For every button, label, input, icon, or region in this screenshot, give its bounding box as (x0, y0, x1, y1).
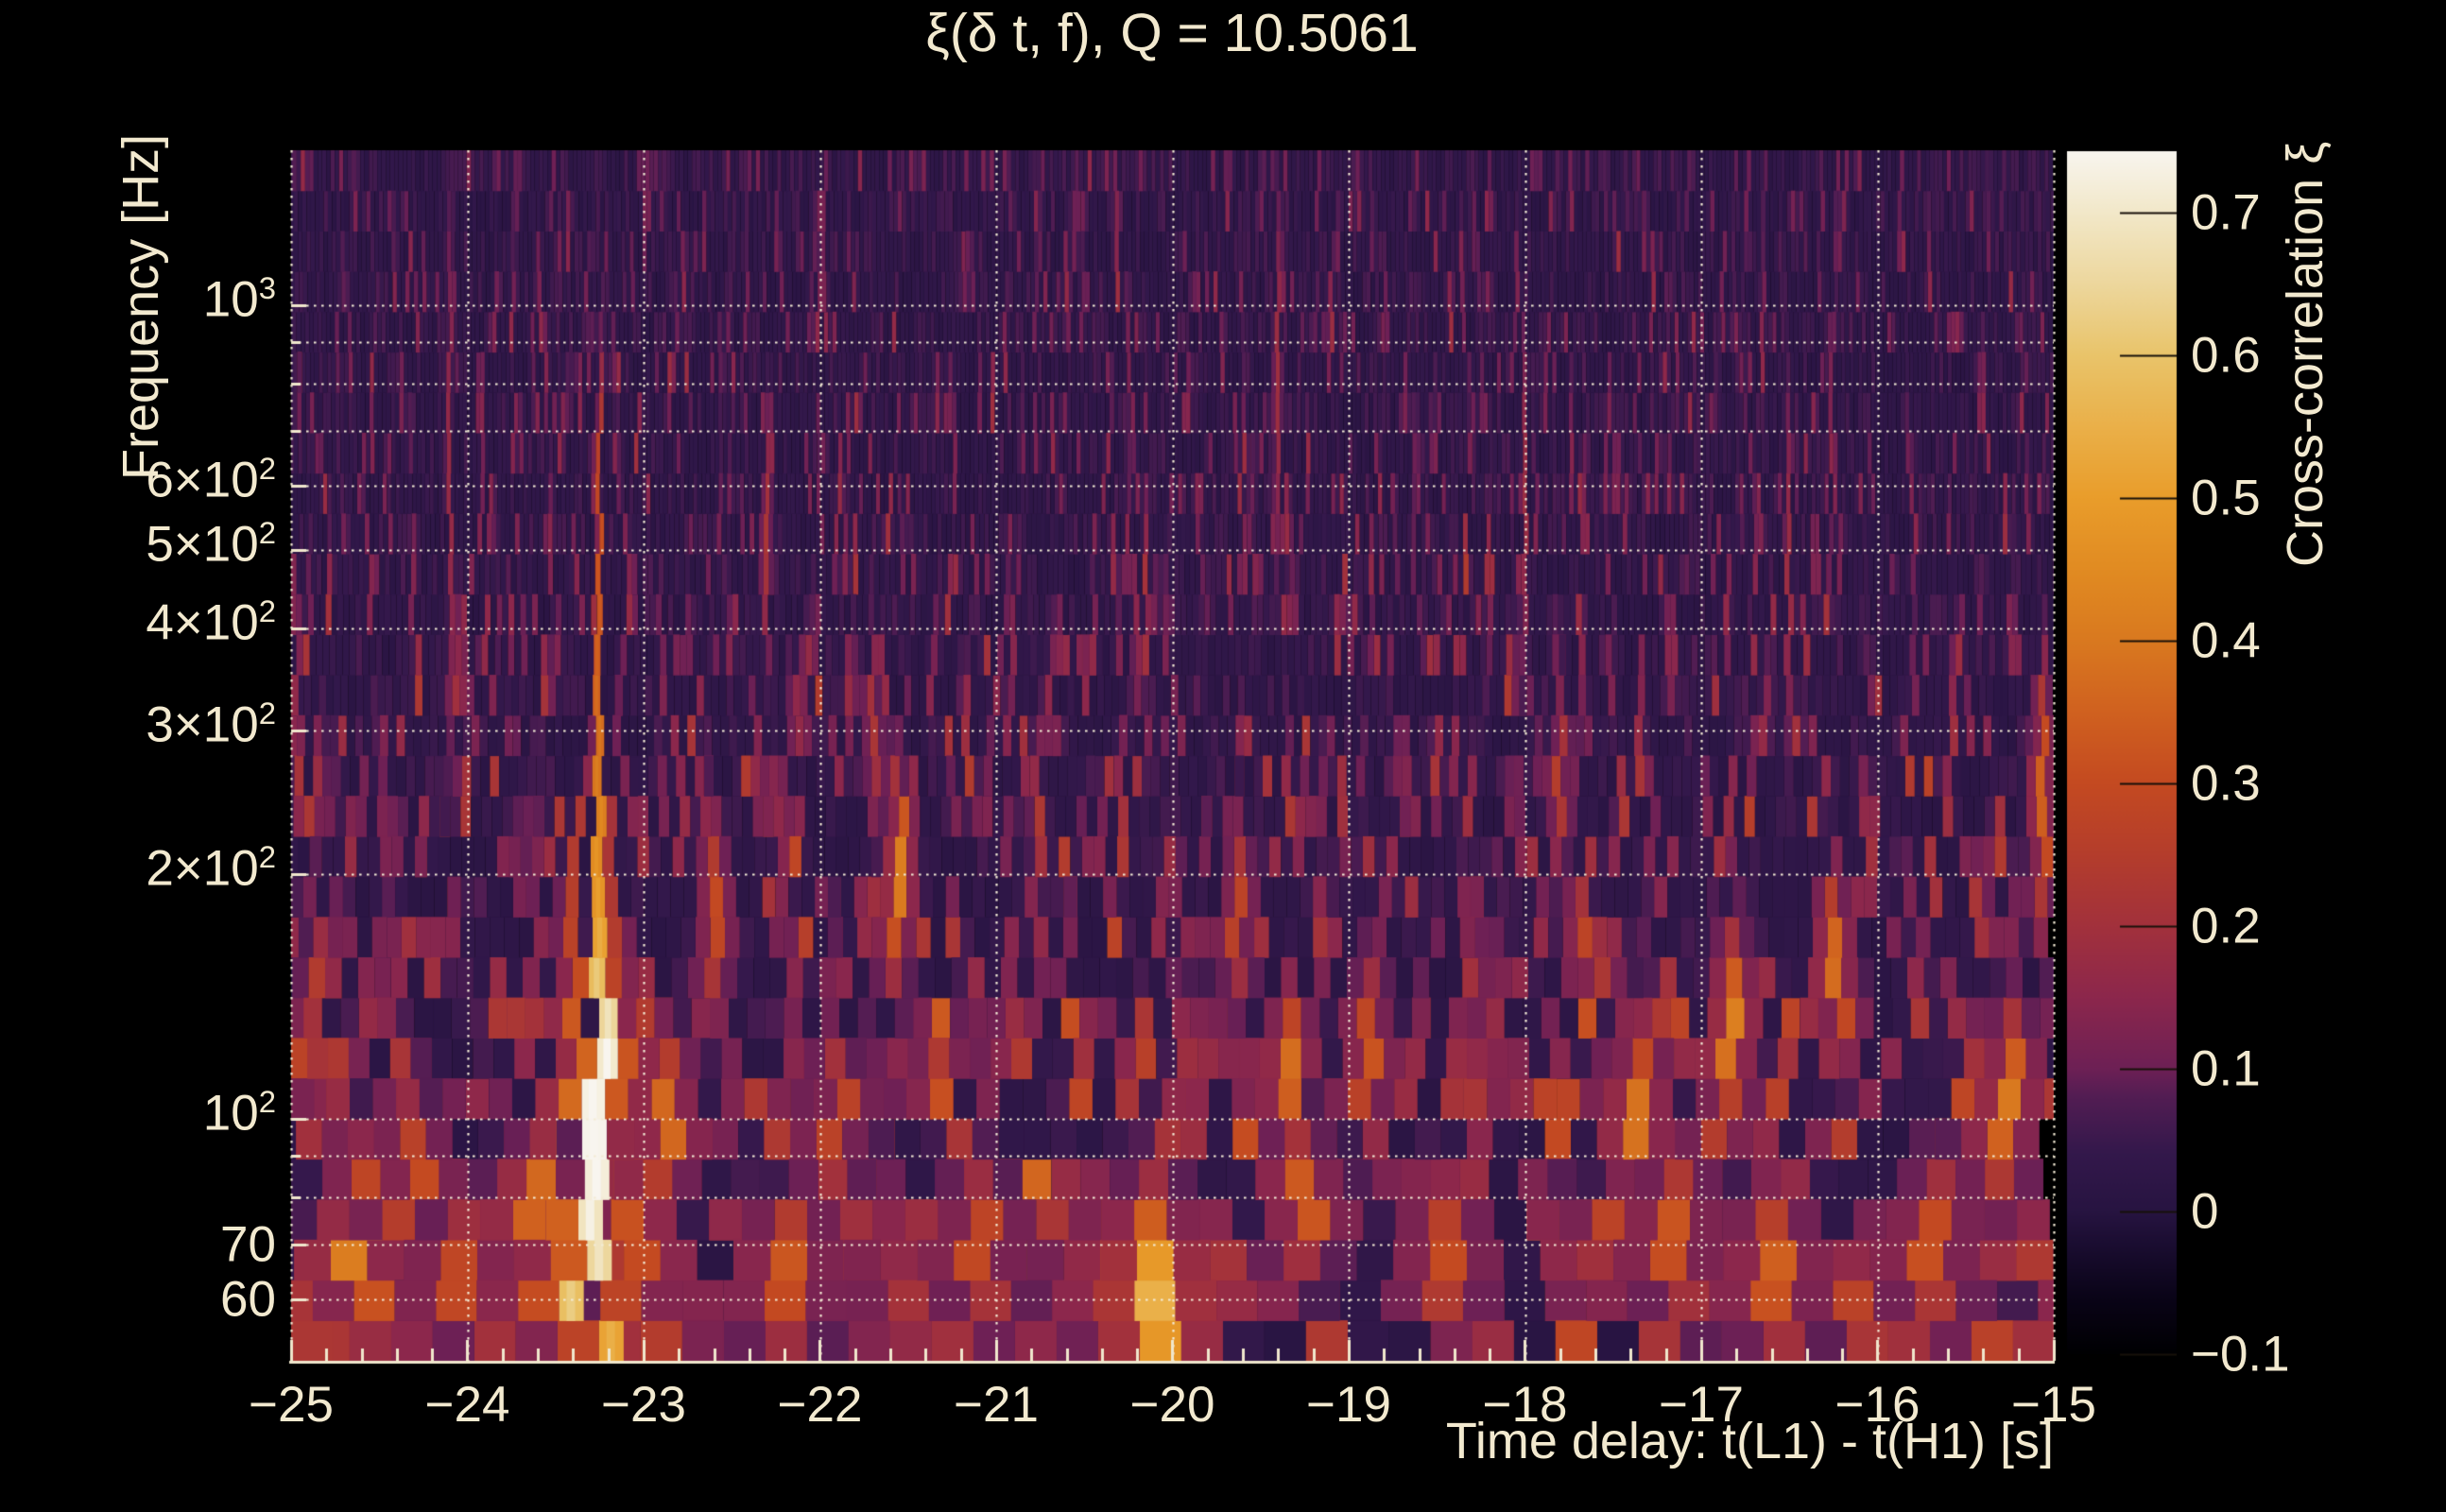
y-axis-title: Frequency [Hz] (112, 133, 169, 480)
heatmap-canvas (0, 0, 2446, 1512)
y-tick-label: 103 (202, 269, 276, 328)
x-tick-label: −23 (601, 1377, 686, 1433)
x-tick-label: −15 (2011, 1377, 2096, 1433)
colorbar-tick-label: −0.1 (2191, 1326, 2290, 1383)
x-tick-label: −21 (954, 1377, 1039, 1433)
x-tick-label: −18 (1482, 1377, 1568, 1433)
y-tick-label: 2×102 (146, 838, 276, 897)
x-tick-label: −16 (1834, 1377, 1921, 1433)
colorbar-tick-label: 0.3 (2191, 755, 2261, 812)
colorbar-tick-label: 0.1 (2191, 1040, 2261, 1097)
colorbar-tick-label: 0.2 (2191, 898, 2261, 954)
page-title: ξ(δ t, f), Q = 10.5061 (925, 3, 1419, 63)
y-tick-label: 6×102 (146, 450, 276, 508)
y-tick-label: 102 (202, 1083, 276, 1142)
y-tick-label: 70 (220, 1216, 276, 1273)
colorbar-title: Cross-correlation ξ (2277, 141, 2334, 567)
y-tick-label: 60 (220, 1271, 276, 1328)
y-tick-label: 3×102 (146, 695, 276, 753)
x-tick-label: −20 (1129, 1377, 1215, 1433)
x-tick-label: −25 (249, 1377, 334, 1433)
colorbar-tick-label: 0.6 (2191, 327, 2261, 384)
x-tick-label: −17 (1659, 1377, 1744, 1433)
figure: ξ(δ t, f), Q = 10.5061 Frequency [Hz] Ti… (0, 0, 2446, 1512)
x-tick-label: −24 (424, 1377, 510, 1433)
colorbar-tick-label: 0 (2191, 1183, 2219, 1240)
y-tick-label: 5×102 (146, 514, 276, 573)
colorbar-tick-label: 0.5 (2191, 470, 2261, 526)
y-tick-label: 4×102 (146, 593, 276, 651)
colorbar-tick-label: 0.4 (2191, 612, 2261, 669)
x-tick-label: −22 (777, 1377, 863, 1433)
x-tick-label: −19 (1306, 1377, 1391, 1433)
colorbar-tick-label: 0.7 (2191, 184, 2261, 241)
